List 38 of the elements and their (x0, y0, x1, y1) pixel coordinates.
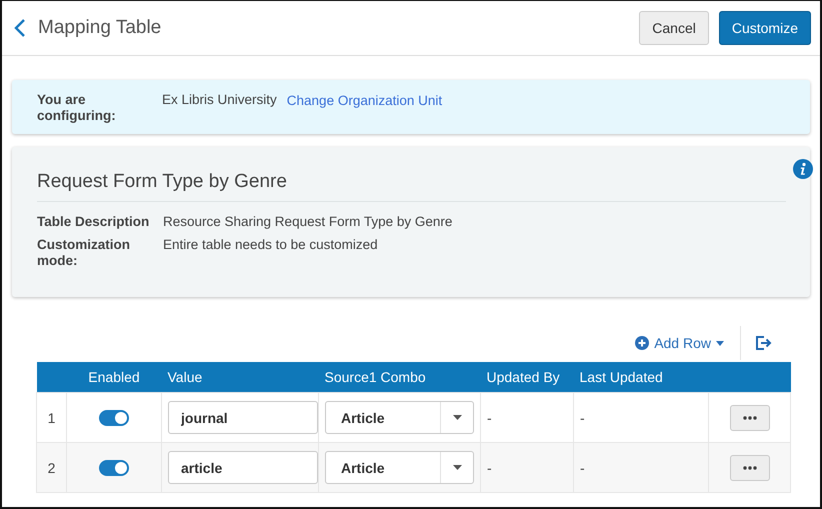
add-row-button[interactable]: Add Row (635, 335, 740, 351)
table-cell: - (480, 442, 574, 492)
field-label: Table Description (37, 214, 150, 230)
column-header: Value (162, 362, 318, 392)
page-title: Mapping Table (38, 17, 162, 39)
column-header: Enabled (66, 362, 162, 392)
value-field[interactable]: article (168, 451, 318, 484)
table-cell: - (574, 442, 708, 492)
row-number: 2 (36, 442, 66, 492)
more-icon (743, 466, 757, 470)
caret-icon (716, 340, 724, 346)
export-icon[interactable] (755, 335, 772, 351)
back-icon[interactable] (14, 19, 26, 37)
enabled-toggle[interactable] (99, 410, 129, 426)
source-dropdown[interactable]: Article (325, 451, 474, 484)
table-name: Request Form Type by Genre (37, 171, 786, 202)
organization-name: Ex Libris University (162, 92, 277, 108)
enabled-toggle[interactable] (99, 460, 129, 476)
field-label: Customization mode: (37, 237, 131, 269)
caret-icon (452, 465, 462, 470)
info-icon[interactable] (793, 159, 813, 179)
row-number: 1 (36, 392, 66, 442)
configuring-label: You are configuring: (37, 92, 117, 124)
source-dropdown[interactable]: Article (325, 401, 474, 434)
customize-button[interactable]: Customize (718, 11, 811, 45)
cancel-button[interactable]: Cancel (639, 11, 709, 45)
more-icon (743, 416, 757, 420)
value-field[interactable]: journal (168, 401, 318, 434)
row-actions-button[interactable] (730, 454, 770, 480)
change-organization-link[interactable]: Change Organization Unit (286, 92, 442, 110)
column-header: Updated By (480, 362, 574, 392)
caret-icon (452, 415, 462, 420)
field-value: Entire table needs to be customized (163, 237, 379, 254)
row-actions-button[interactable] (730, 404, 770, 430)
field-value: Resource Sharing Request Form Type by Genre (163, 214, 454, 230)
column-header: Source1 Combo (318, 362, 480, 392)
plus-icon (635, 336, 650, 350)
column-header: Last Updated (574, 362, 708, 392)
